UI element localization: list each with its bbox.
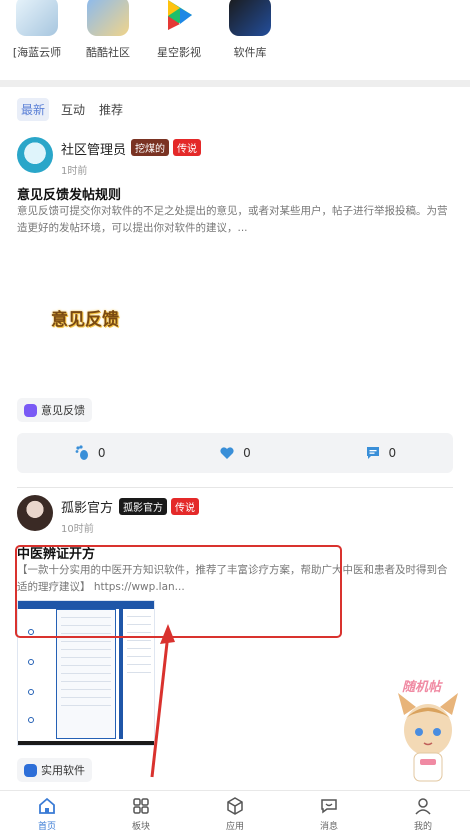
cube-icon [227,797,243,815]
nav-label: 首页 [37,822,56,832]
section-divider [0,80,470,87]
post-author[interactable]: 社区管理员 [61,139,126,158]
post-body[interactable]: 意见反馈可提交你对软件的不足之处提出的意见，或者对某些用户，帖子进行举报投稿。为… [17,203,453,237]
app-tag-icon [24,763,37,777]
post-time: 1时前 [61,166,88,177]
heart-icon [220,447,234,459]
comment-count: 0 [388,446,397,460]
favorite-button[interactable]: 0 [162,445,307,461]
like-count: 0 [97,446,106,460]
post-action-bar: 0 0 0 [17,433,453,473]
tab-interaction[interactable]: 互动 [59,98,87,121]
nav-boards[interactable]: 板块 [94,791,188,837]
app-item-haiyun[interactable]: [海蓝云师 [4,0,70,80]
logo-text: 意见反馈 [51,309,119,330]
app-label: 星空影视 [157,46,201,59]
home-icon [39,797,55,814]
avatar[interactable] [17,495,53,531]
nav-home[interactable]: 首页 [0,791,94,837]
topic-tag[interactable]: 意见反馈 [17,398,92,422]
level-badge: 传说 [173,139,201,156]
feedback-logo-image[interactable]: 意见反馈 [50,302,120,332]
post-time: 10时前 [61,524,94,535]
grid-icon [133,798,149,814]
app-label: [海蓝云师 [12,46,62,59]
footprint-icon [75,445,88,460]
bulb-icon [24,403,37,417]
level-badge: 传说 [171,498,199,515]
comment-icon [366,447,379,459]
nav-profile[interactable]: 我的 [376,791,470,837]
user-icon [415,798,431,815]
nav-apps[interactable]: 应用 [188,791,282,837]
like-button[interactable]: 0 [17,445,162,461]
topic-tag-label: 实用软件 [41,764,85,777]
app-item-xingkong[interactable]: 星空影视 [146,0,212,80]
tab-latest[interactable]: 最新 [17,98,50,121]
app-row: [海蓝云师 酷酷社区 星空影视 软件库 [0,0,470,80]
bottom-nav: 首页 板块 应用 消息 我的 [0,790,470,837]
app-item-kuku[interactable]: 酷酷社区 [75,0,141,80]
avatar[interactable] [17,137,53,173]
random-post-mascot-button[interactable] [388,675,468,790]
topic-tag-label: 意见反馈 [41,404,85,417]
nav-label: 消息 [319,822,338,832]
tab-recommend[interactable]: 推荐 [97,98,125,121]
author-badge: 挖煤的 [131,139,169,156]
screenshot-footer [18,741,154,745]
app-ruanjianku-icon [229,0,271,36]
nav-label: 我的 [413,822,432,832]
post-divider [17,487,453,488]
app-label: 软件库 [233,46,267,59]
app-label: 酷酷社区 [86,46,130,59]
topic-tag[interactable]: 实用软件 [17,758,92,782]
post-title[interactable]: 意见反馈发帖规则 [17,184,121,203]
nav-messages[interactable]: 消息 [282,791,376,837]
app-kuku-icon [87,0,129,36]
comment-button[interactable]: 0 [308,445,453,461]
nav-label: 应用 [225,822,244,832]
favorite-count: 0 [243,446,251,460]
author-badge: 孤影官方 [119,498,167,515]
post-author[interactable]: 孤影官方 [61,497,113,516]
app-haiyun-icon [16,0,58,36]
feed-tabs: 最新 互动 推荐 [17,98,125,121]
nav-label: 板块 [131,822,150,832]
annotation-arrow-icon [150,624,175,778]
app-xingkong-icon [158,0,200,36]
message-icon [321,799,337,814]
app-item-ruanjianku[interactable]: 软件库 [217,0,283,80]
